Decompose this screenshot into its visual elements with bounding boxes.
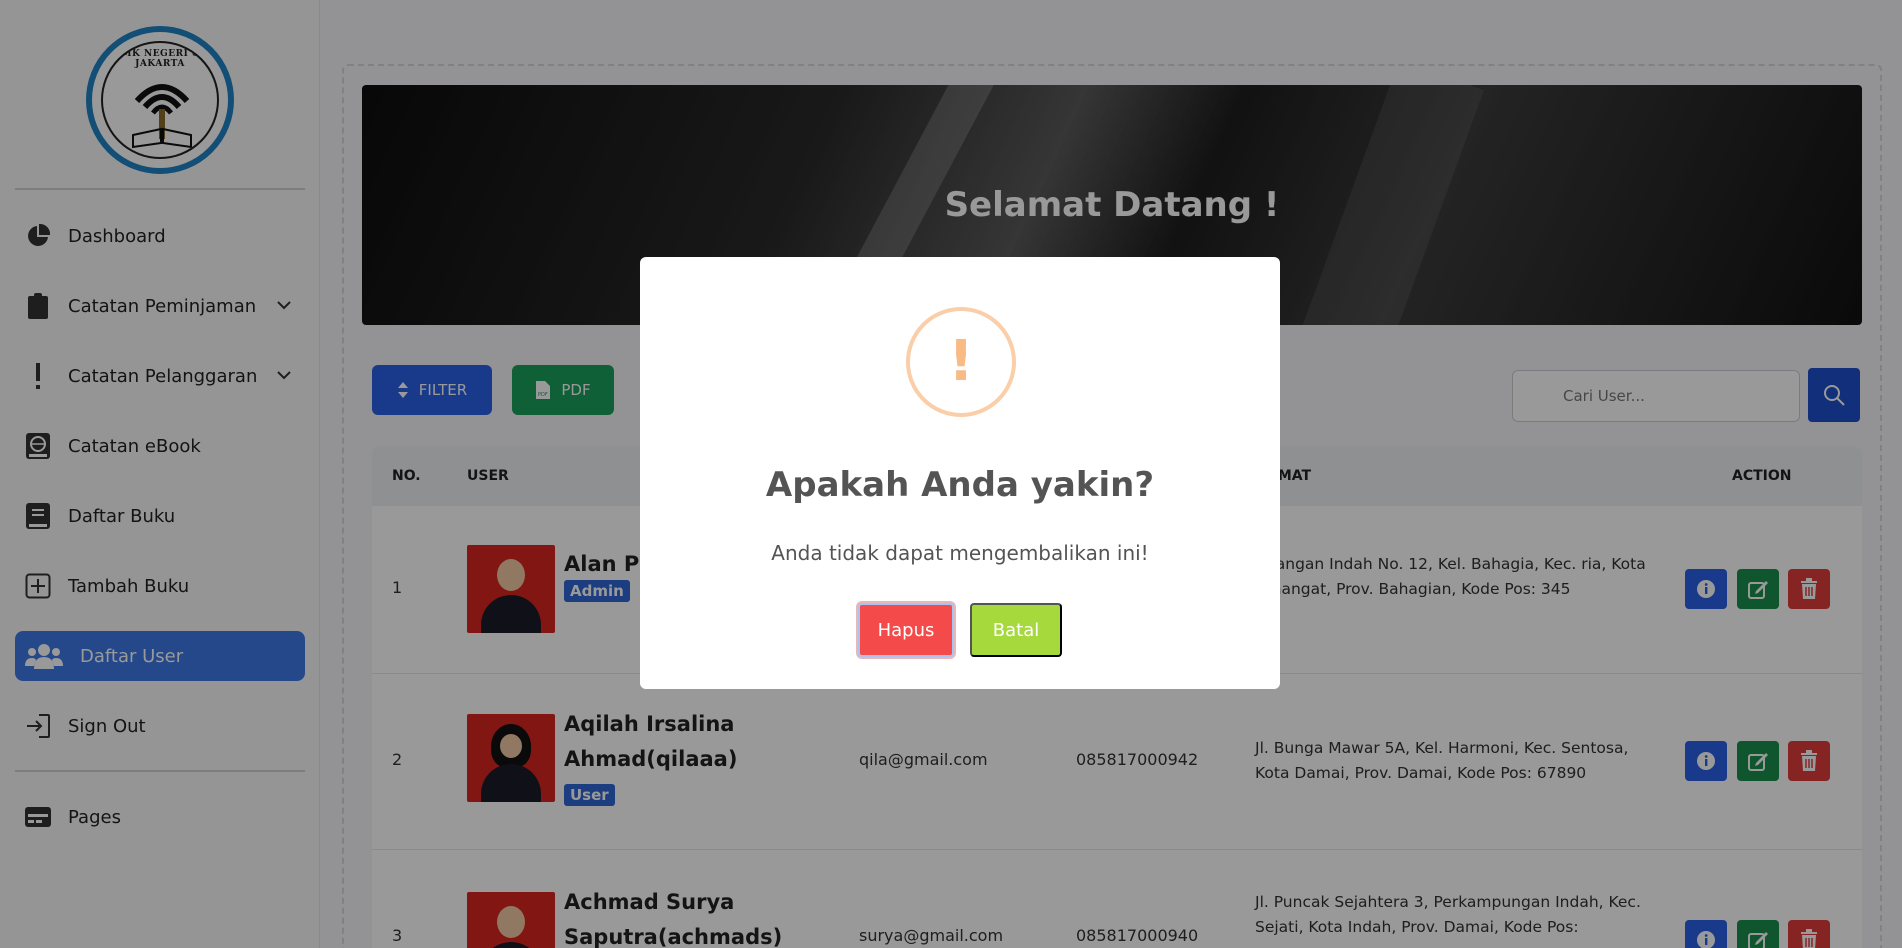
confirm-dialog: ! Apakah Anda yakin? Anda tidak dapat me…: [640, 257, 1280, 689]
confirm-delete-button[interactable]: Hapus: [858, 603, 954, 657]
warning-icon: !: [906, 307, 1016, 417]
dialog-message: Anda tidak dapat mengembalikan ini!: [771, 541, 1149, 565]
cancel-button[interactable]: Batal: [970, 603, 1062, 657]
dialog-title: Apakah Anda yakin?: [765, 465, 1155, 505]
